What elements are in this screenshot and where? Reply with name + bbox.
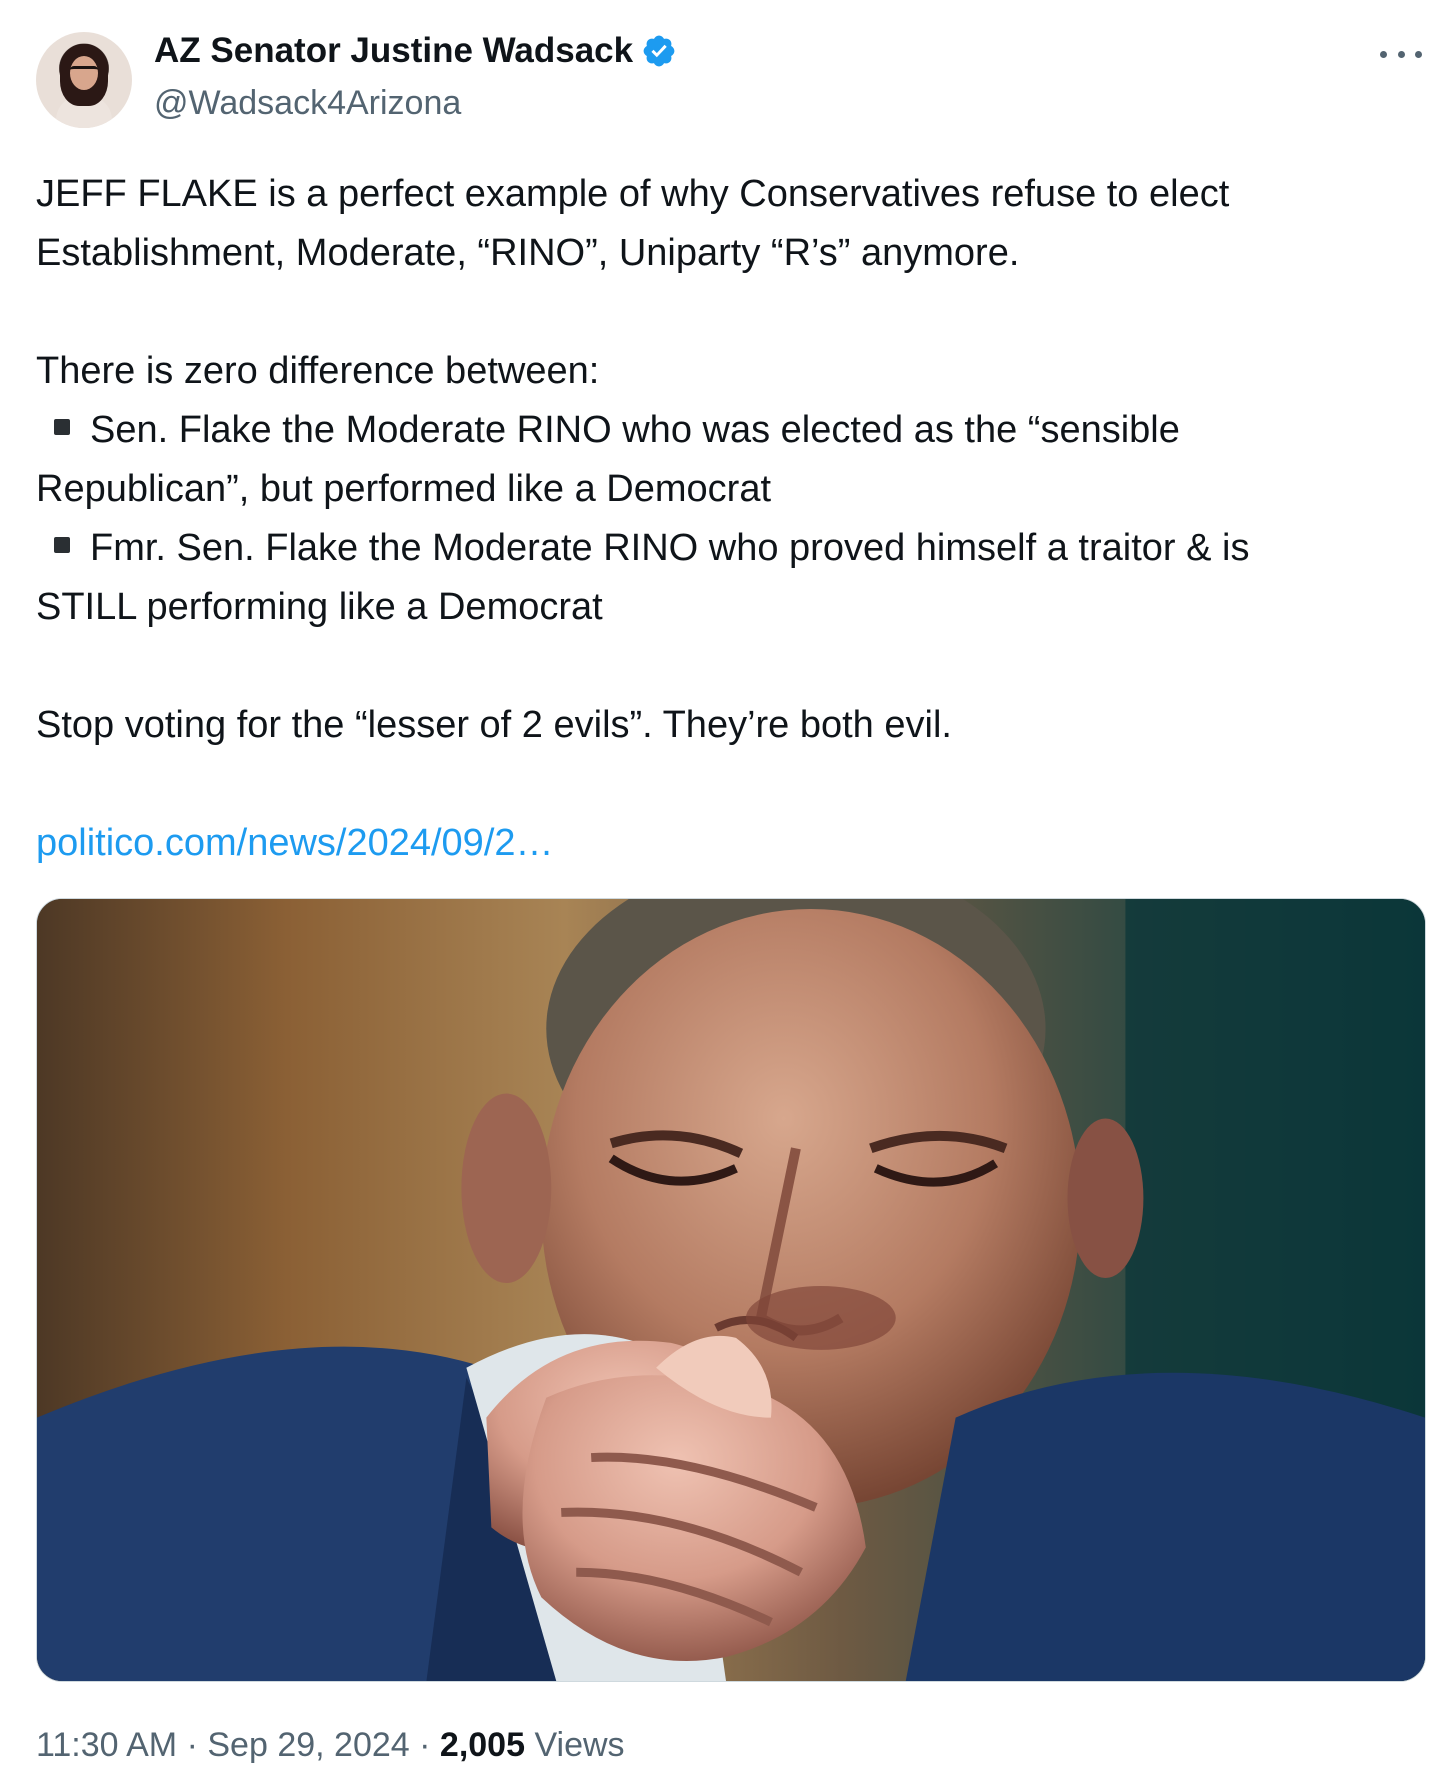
bullet-text: Fmr. Sen. Flake the Moderate RINO who pr… xyxy=(90,527,1250,569)
meta-separator: · xyxy=(419,1726,431,1764)
bullet-text: Sen. Flake the Moderate RINO who was ele… xyxy=(90,409,1180,451)
avatar[interactable] xyxy=(36,32,132,128)
bullet-item: Fmr. Sen. Flake the Moderate RINO who pr… xyxy=(36,519,1426,578)
author-display-name[interactable]: AZ Senator Justine Wadsack xyxy=(154,30,633,72)
square-bullet-icon xyxy=(54,537,70,553)
more-dot xyxy=(1380,50,1387,58)
tweet-card: AZ Senator Justine Wadsack @Wadsack4Ariz… xyxy=(0,0,1456,1775)
tweet-photo[interactable] xyxy=(36,898,1426,1682)
article-link[interactable]: politico.com/news/2024/09/2… xyxy=(36,822,554,864)
square-bullet-icon xyxy=(54,419,70,435)
views-label: Views xyxy=(534,1726,625,1764)
photo-man-praying-hands xyxy=(37,899,1425,1681)
meta-separator: · xyxy=(186,1726,198,1764)
tweet-time[interactable]: 11:30 AM xyxy=(36,1726,177,1764)
views-count[interactable]: 2,005 xyxy=(440,1726,525,1764)
avatar-glasses xyxy=(70,66,98,74)
author-handle[interactable]: @Wadsack4Arizona xyxy=(154,83,461,123)
more-dot xyxy=(1397,50,1405,58)
more-dot xyxy=(1415,50,1422,58)
tweet-intro: There is zero difference between: xyxy=(36,350,600,392)
tweet-closing: Stop voting for the “lesser of 2 evils”.… xyxy=(36,704,952,746)
bullet-continuation: Republican”, but performed like a Democr… xyxy=(36,468,772,510)
verified-badge-icon xyxy=(643,35,675,67)
bullet-item: Sen. Flake the Moderate RINO who was ele… xyxy=(36,401,1426,460)
tweet-text: JEFF FLAKE is a perfect example of why C… xyxy=(36,165,1426,873)
tweet-meta: 11:30 AM · Sep 29, 2024 · 2,005 Views xyxy=(36,1725,625,1765)
tweet-line: Establishment, Moderate, “RINO”, Unipart… xyxy=(36,232,1020,274)
tweet-date[interactable]: Sep 29, 2024 xyxy=(207,1726,409,1764)
more-horizontal-icon[interactable] xyxy=(1380,48,1422,60)
bullet-continuation: STILL performing like a Democrat xyxy=(36,586,603,628)
author-name-row[interactable]: AZ Senator Justine Wadsack xyxy=(154,30,677,72)
tweet-line: JEFF FLAKE is a perfect example of why C… xyxy=(36,173,1230,215)
